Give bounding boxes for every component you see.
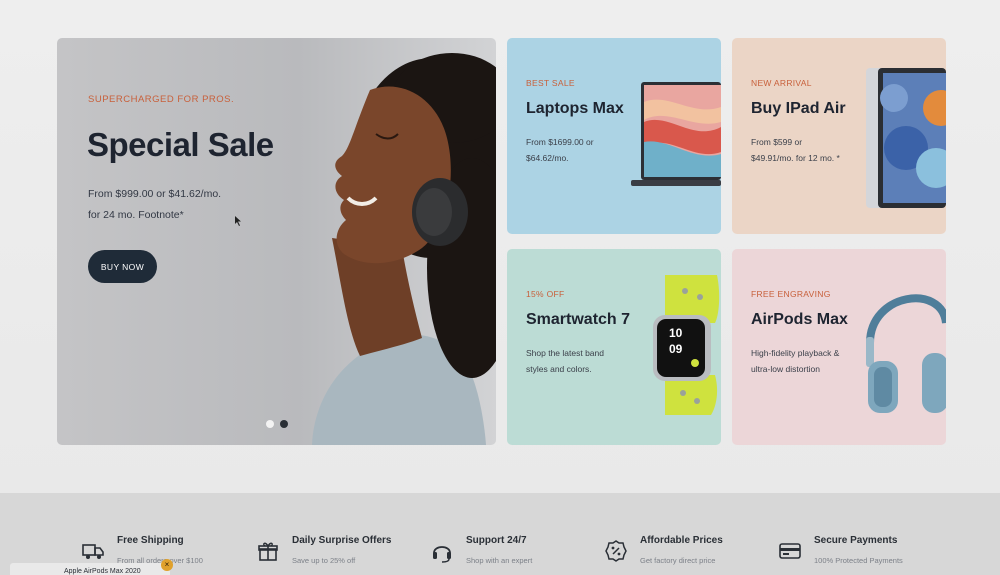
carousel-dot[interactable] [266, 420, 274, 428]
feature-support: Support 24/7 Shop with an expert [430, 535, 580, 569]
card-description: From $1699.00 or $64.62/mo. [526, 134, 636, 166]
card-title: Buy IPad Air [751, 100, 846, 117]
feature-title: Secure Payments [814, 535, 898, 546]
hero-desc-line: From $999.00 or $41.62/mo. [88, 188, 222, 200]
promo-card-airpods-max[interactable]: FREE ENGRAVING AirPods Max High-fidelity… [732, 249, 946, 445]
hero-banner[interactable]: SUPERCHARGED FOR PROS. Special Sale From… [57, 38, 496, 445]
feature-subtitle: 100% Protected Payments [814, 556, 903, 565]
card-title: Laptops Max [526, 100, 624, 117]
close-icon[interactable]: × [161, 559, 173, 571]
card-desc-line: From $599 or [751, 137, 803, 147]
feature-subtitle: Get factory direct price [640, 556, 716, 565]
feature-daily-offers: Daily Surprise Offers Save up to 25% off [256, 535, 416, 569]
card-desc-line: $64.62/mo. [526, 153, 569, 163]
feature-subtitle: Shop with an expert [466, 556, 533, 565]
card-title: Smartwatch 7 [526, 311, 631, 328]
card-title: AirPods Max [751, 311, 848, 328]
promo-card-laptops[interactable]: BEST SALE Laptops Max From $1699.00 or $… [507, 38, 721, 234]
carousel-dots [266, 420, 288, 428]
card-desc-line: ultra-low distortion [751, 364, 820, 374]
feature-title: Free Shipping [117, 535, 184, 546]
card-desc-line: styles and colors. [526, 364, 592, 374]
promo-card-ipad[interactable]: NEW ARRIVAL Buy IPad Air From $599 or $4… [732, 38, 946, 234]
card-eyebrow: NEW ARRIVAL [751, 78, 812, 88]
recently-viewed-toast[interactable]: Apple AirPods Max 2020 × [10, 559, 173, 575]
feature-title: Daily Surprise Offers [292, 535, 392, 546]
smartwatch-image: 10 09 [653, 275, 720, 415]
promo-card-smartwatch[interactable]: 15% OFF Smartwatch 7 Shop the latest ban… [507, 249, 721, 445]
card-description: High-fidelity playback & ultra-low disto… [751, 345, 861, 377]
feature-title: Support 24/7 [466, 535, 527, 546]
card-desc-line: From $1699.00 or [526, 137, 594, 147]
feature-subtitle: Save up to 25% off [292, 556, 356, 565]
hero-title: Special Sale [87, 126, 274, 163]
laptop-image [631, 82, 721, 186]
airpods-max-image [866, 294, 946, 413]
hero-description: From $999.00 or $41.62/mo. for 24 mo. Fo… [88, 184, 258, 226]
toast-text: Apple AirPods Max 2020 [64, 568, 141, 575]
truck-icon [82, 544, 104, 559]
svg-text:09: 09 [669, 342, 683, 356]
hero-desc-line: for 24 mo. Footnote* [88, 209, 184, 221]
buy-now-button[interactable]: BUY NOW [88, 250, 157, 283]
card-desc-line: $49.91/mo. for 12 mo. * [751, 153, 840, 163]
carousel-dot-active[interactable] [280, 420, 288, 428]
hero-eyebrow: SUPERCHARGED FOR PROS. [88, 94, 235, 105]
card-eyebrow: BEST SALE [526, 78, 575, 88]
promo-area: SUPERCHARGED FOR PROS. Special Sale From… [0, 0, 1000, 493]
ipad-image [866, 68, 946, 208]
svg-text:10: 10 [669, 326, 683, 340]
card-description: Shop the latest band styles and colors. [526, 345, 636, 377]
card-desc-line: Shop the latest band [526, 348, 604, 358]
credit-card-icon [779, 543, 801, 559]
card-desc-line: High-fidelity playback & [751, 348, 840, 358]
feature-secure-payments: Secure Payments 100% Protected Payments [778, 535, 928, 569]
card-eyebrow: 15% OFF [526, 289, 565, 299]
gift-icon [258, 542, 278, 561]
card-description: From $599 or $49.91/mo. for 12 mo. * [751, 134, 861, 166]
headset-icon [433, 546, 451, 563]
feature-affordable-prices: Affordable Prices Get factory direct pri… [604, 535, 754, 569]
hero-model-image [312, 53, 496, 445]
mouse-cursor-icon [235, 216, 241, 226]
percent-badge-icon [605, 540, 627, 562]
feature-title: Affordable Prices [640, 535, 723, 546]
card-eyebrow: FREE ENGRAVING [751, 289, 831, 299]
